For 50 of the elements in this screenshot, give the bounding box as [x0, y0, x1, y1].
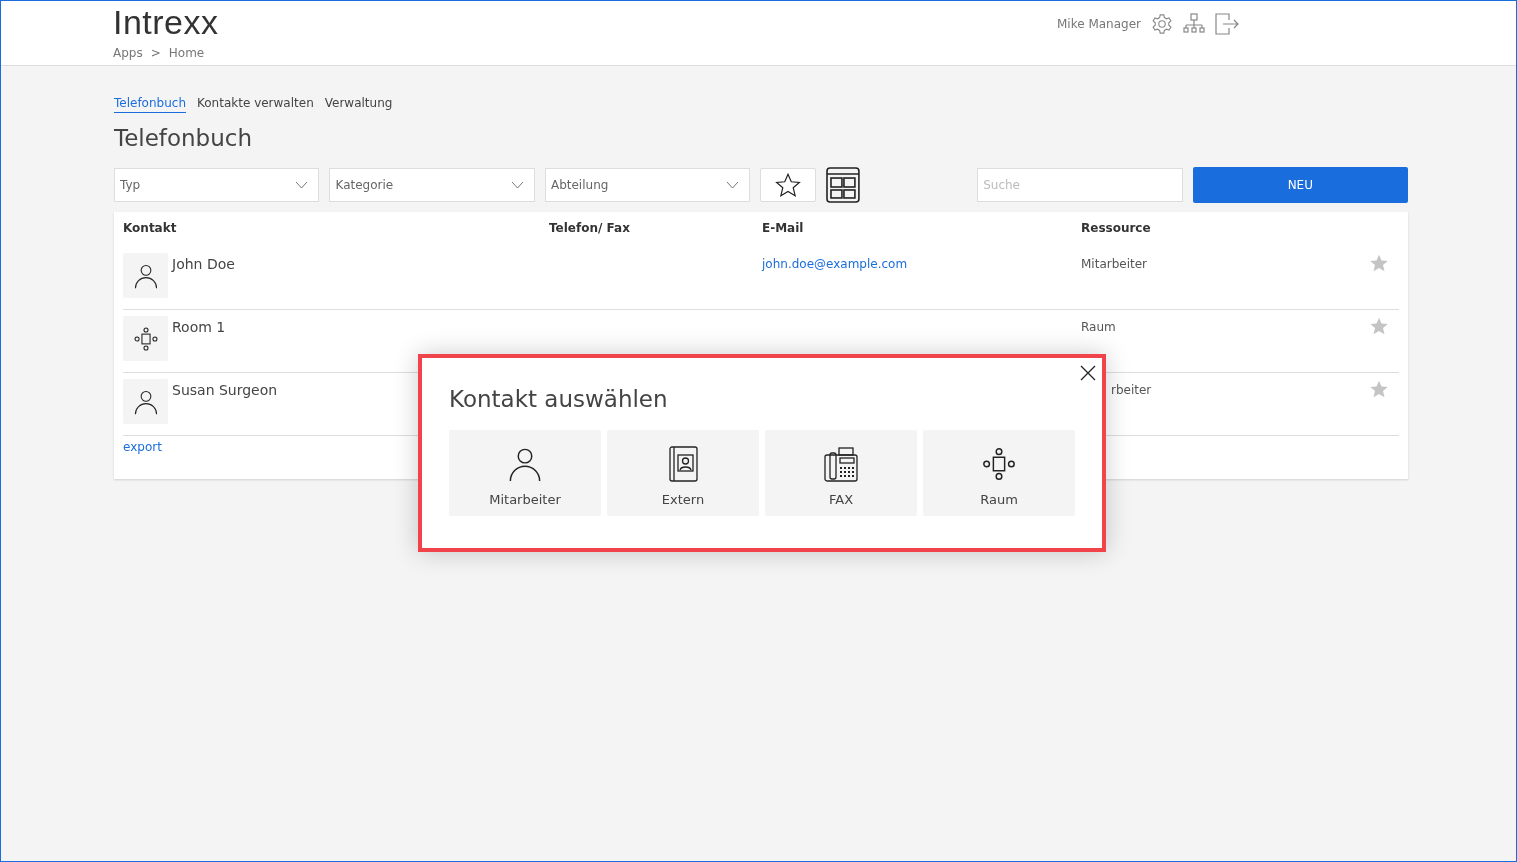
- tile-view-icon[interactable]: [826, 167, 861, 203]
- contact-type-option[interactable]: Extern: [607, 430, 759, 516]
- fax-machine-icon: [823, 446, 859, 482]
- chevron-down-icon: [295, 181, 309, 189]
- column-header: E-Mail: [762, 220, 805, 237]
- contact-name[interactable]: Room 1: [172, 316, 226, 372]
- table-seats-icon: [981, 446, 1017, 482]
- favorite-star-icon[interactable]: [1369, 253, 1389, 273]
- table-cell: rbeiter: [1111, 383, 1152, 397]
- favorite-star-icon[interactable]: [1369, 379, 1389, 399]
- filter-dropdown[interactable]: Abteilung: [544, 168, 751, 202]
- star-icon: [775, 172, 802, 198]
- page-title: Telefonbuch: [114, 125, 253, 151]
- contact-name[interactable]: Susan Surgeon: [172, 379, 278, 435]
- sitemap-icon[interactable]: [1183, 13, 1205, 35]
- tab[interactable]: Kontakte verwalten: [197, 96, 314, 113]
- logout-icon[interactable]: [1215, 13, 1239, 35]
- chevron-down-icon: [510, 181, 524, 189]
- dialog-title: Kontakt auswählen: [449, 386, 669, 412]
- tab[interactable]: Telefonbuch: [114, 96, 186, 113]
- column-header: Telefon/ Fax: [549, 220, 631, 237]
- column-header: Ressource: [1081, 220, 1152, 237]
- column-header: Kontakt: [123, 220, 178, 237]
- contact-name[interactable]: John Doe: [172, 253, 235, 309]
- settings-icon[interactable]: [1151, 13, 1173, 35]
- favorites-button[interactable]: [760, 168, 817, 202]
- breadcrumb-link[interactable]: Apps: [113, 46, 143, 60]
- user-name[interactable]: Mike Manager: [1057, 17, 1141, 31]
- person-icon: [132, 262, 159, 289]
- tab[interactable]: Verwaltung: [324, 96, 393, 113]
- contact-type-option[interactable]: Raum: [923, 430, 1075, 516]
- breadcrumb-link[interactable]: Home: [168, 46, 205, 60]
- person-icon: [132, 388, 159, 415]
- search-field[interactable]: Suche: [977, 168, 1183, 202]
- favorite-star-icon[interactable]: [1369, 316, 1389, 336]
- person-icon: [507, 446, 543, 482]
- export-link[interactable]: export: [123, 440, 162, 454]
- contact-type-option[interactable]: Mitarbeiter: [449, 430, 601, 516]
- table-seats-icon: [132, 325, 159, 352]
- new-button[interactable]: NEU: [1192, 167, 1409, 203]
- contact-book-icon: [667, 446, 699, 482]
- table-cell: Raum: [1081, 320, 1116, 334]
- chevron-down-icon: [726, 181, 740, 189]
- table-cell: Mitarbeiter: [1081, 257, 1148, 271]
- filter-dropdown[interactable]: Kategorie: [329, 168, 535, 202]
- breadcrumb-separator: >: [150, 46, 161, 60]
- email-link[interactable]: john.doe@example.com: [762, 253, 908, 271]
- logo[interactable]: Intrexx: [113, 5, 219, 39]
- contact-type-option[interactable]: FAX: [765, 430, 917, 516]
- filter-dropdown[interactable]: Typ: [114, 168, 320, 202]
